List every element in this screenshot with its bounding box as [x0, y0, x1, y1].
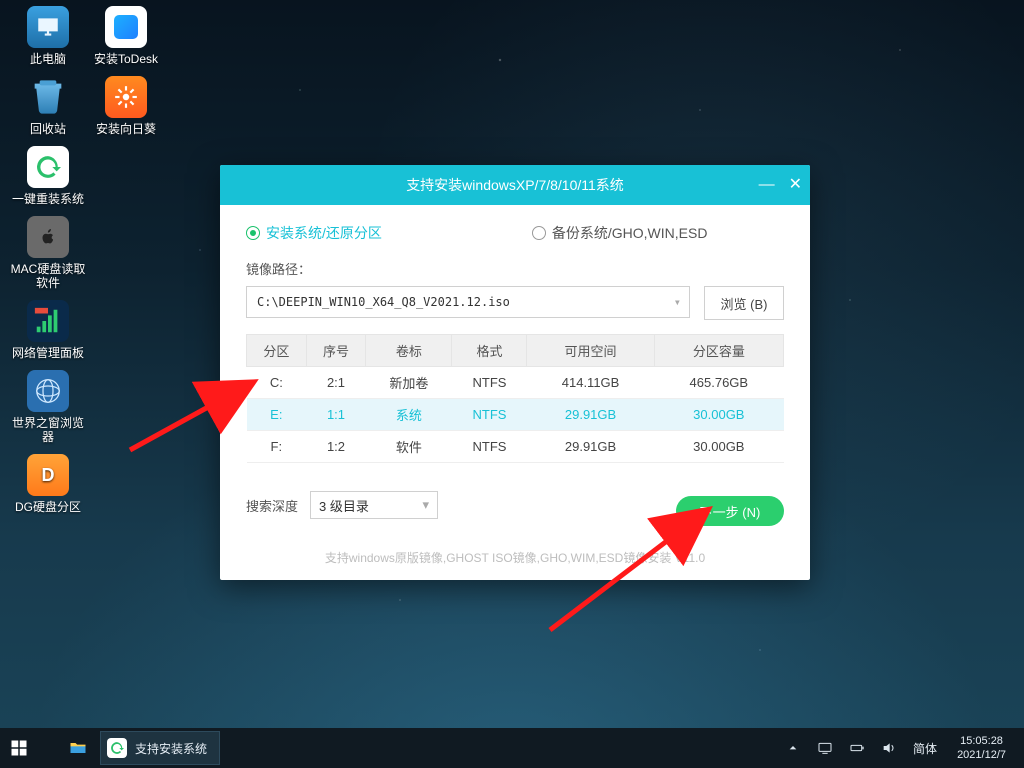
reinstall-icon — [27, 146, 69, 188]
network-icon — [27, 300, 69, 342]
globe-icon — [27, 370, 69, 412]
image-path-label: 镜像路径： — [246, 259, 784, 278]
th-fs[interactable]: 格式 — [452, 335, 527, 367]
th-total[interactable]: 分区容量 — [654, 335, 783, 367]
radio-install-restore[interactable]: 安装系统/还原分区 — [246, 223, 382, 243]
clock-time: 15:05:28 — [957, 734, 1006, 748]
icon-install-sunflower[interactable]: 安装向日葵 — [88, 76, 164, 136]
next-step-button[interactable]: 下一步 (N) — [676, 496, 784, 526]
partition-table: 分区 序号 卷标 格式 可用空间 分区容量 C: 2:1 新加卷 NTFS 41… — [246, 334, 784, 463]
sunflower-icon — [105, 76, 147, 118]
icon-install-todesk[interactable]: 安装ToDesk — [88, 6, 164, 66]
window-title: 支持安装windowsXP/7/8/10/11系统 — [406, 175, 624, 195]
tray-battery-icon[interactable] — [841, 728, 873, 768]
search-depth-value: 3 级目录 — [319, 496, 369, 515]
clock-date: 2021/12/7 — [957, 748, 1006, 762]
icon-mac-disk-reader[interactable]: MAC硬盘读取软件 — [10, 216, 86, 290]
th-index[interactable]: 序号 — [306, 335, 366, 367]
icon-label: 回收站 — [10, 122, 86, 136]
browse-button[interactable]: 浏览 (B) — [704, 286, 784, 320]
image-path-value: C:\DEEPIN_WIN10_X64_Q8_V2021.12.iso — [257, 295, 510, 309]
icon-world-browser[interactable]: 世界之窗浏览器 — [10, 370, 86, 444]
icon-dg-partition[interactable]: D DG硬盘分区 — [10, 454, 86, 514]
icon-one-key-reinstall[interactable]: 一键重装系统 — [10, 146, 86, 206]
monitor-icon — [27, 6, 69, 48]
search-button[interactable] — [38, 728, 58, 768]
icon-label: 安装ToDesk — [88, 52, 164, 66]
desktop-icons-col1: 此电脑 回收站 一键重装系统 MAC硬盘读取软件 网络管理面板 世界之窗浏览器 … — [10, 6, 86, 524]
icon-label: 网络管理面板 — [10, 346, 86, 360]
show-desktop-button[interactable] — [1018, 728, 1024, 768]
image-path-dropdown[interactable]: C:\DEEPIN_WIN10_X64_Q8_V2021.12.iso ▾ — [246, 286, 690, 318]
dg-icon: D — [27, 454, 69, 496]
minimize-button[interactable]: — — [759, 177, 775, 193]
th-free[interactable]: 可用空间 — [527, 335, 654, 367]
th-drive[interactable]: 分区 — [247, 335, 307, 367]
system-tray: 简体 15:05:28 2021/12/7 — [777, 728, 1024, 768]
chevron-down-icon: ▾ — [674, 295, 681, 309]
recycle-icon — [27, 76, 69, 118]
taskbar: 支持安装系统 简体 15:05:28 2021/12/7 — [0, 728, 1024, 768]
close-button[interactable]: ✕ — [789, 177, 802, 193]
todesk-icon — [105, 6, 147, 48]
th-label[interactable]: 卷标 — [366, 335, 452, 367]
icon-this-pc[interactable]: 此电脑 — [10, 6, 86, 66]
radio-label: 备份系统/GHO,WIN,ESD — [552, 223, 708, 243]
icon-label: 安装向日葵 — [88, 122, 164, 136]
radio-dot-icon — [246, 226, 260, 240]
icon-recycle-bin[interactable]: 回收站 — [10, 76, 86, 136]
support-info-text: 支持windows原版镜像,GHOST ISO镜像,GHO,WIM,ESD镜像安… — [246, 549, 784, 566]
table-row[interactable]: C: 2:1 新加卷 NTFS 414.11GB 465.76GB — [247, 367, 784, 399]
radio-dot-icon — [532, 226, 546, 240]
icon-label: MAC硬盘读取软件 — [10, 262, 86, 290]
table-row-selected[interactable]: E: 1:1 系统 NTFS 29.91GB 30.00GB — [247, 399, 784, 431]
installer-taskbar-icon — [107, 738, 127, 758]
desktop-icons-col2: 安装ToDesk 安装向日葵 — [88, 6, 164, 146]
taskbar-app-title: 支持安装系统 — [135, 740, 207, 757]
taskbar-app-installer[interactable]: 支持安装系统 — [100, 731, 220, 765]
chevron-down-icon: ▾ — [422, 497, 429, 513]
desktop[interactable]: 此电脑 回收站 一键重装系统 MAC硬盘读取软件 网络管理面板 世界之窗浏览器 … — [0, 0, 1024, 768]
search-depth-select[interactable]: 3 级目录 ▾ — [310, 491, 438, 519]
icon-label: 世界之窗浏览器 — [10, 416, 86, 444]
icon-label: 此电脑 — [10, 52, 86, 66]
radio-backup[interactable]: 备份系统/GHO,WIN,ESD — [532, 223, 708, 243]
tray-ime[interactable]: 简体 — [905, 728, 945, 768]
tray-chevron-up[interactable] — [777, 728, 809, 768]
tray-clock[interactable]: 15:05:28 2021/12/7 — [945, 734, 1018, 762]
file-explorer-button[interactable] — [58, 728, 98, 768]
titlebar[interactable]: 支持安装windowsXP/7/8/10/11系统 — ✕ — [220, 165, 810, 205]
tray-volume-icon[interactable] — [873, 728, 905, 768]
tray-network-icon[interactable] — [809, 728, 841, 768]
icon-label: 一键重装系统 — [10, 192, 86, 206]
start-button[interactable] — [0, 728, 38, 768]
installer-window: 支持安装windowsXP/7/8/10/11系统 — ✕ 安装系统/还原分区 … — [220, 165, 810, 580]
apple-icon — [27, 216, 69, 258]
icon-net-panel[interactable]: 网络管理面板 — [10, 300, 86, 360]
search-depth-label: 搜索深度 — [246, 496, 298, 515]
icon-label: DG硬盘分区 — [10, 500, 86, 514]
table-row[interactable]: F: 1:2 软件 NTFS 29.91GB 30.00GB — [247, 431, 784, 463]
radio-label: 安装系统/还原分区 — [266, 223, 382, 243]
